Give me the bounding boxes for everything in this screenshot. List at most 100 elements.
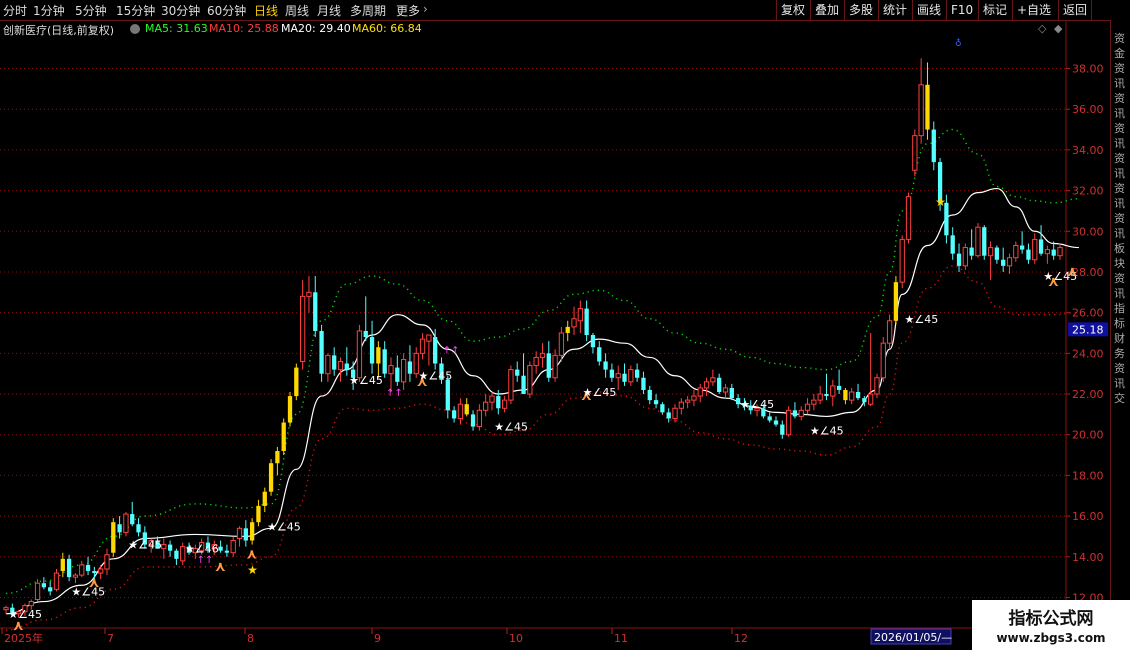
watermark-title: 指标公式网 (1008, 609, 1094, 629)
candle-body (584, 308, 589, 336)
candle-body (1006, 257, 1013, 267)
candle-body (647, 389, 652, 401)
x-tick-label: 8 (247, 632, 254, 645)
buy-arrow-icon: ⋏ (246, 547, 257, 563)
period-tab-15min[interactable]: 15分钟 (116, 2, 155, 19)
side-tab-char: 资 (1114, 362, 1125, 375)
side-tab-char: 财 (1114, 332, 1125, 345)
candle-body (1051, 249, 1056, 256)
candle-body (319, 330, 324, 374)
period-tab-30min[interactable]: 30分钟 (161, 2, 200, 19)
candle-body (299, 295, 306, 362)
candle-body (313, 292, 318, 331)
candle-body (722, 387, 729, 393)
candle-body (344, 363, 349, 370)
statistics-button[interactable]: 统计 (878, 0, 911, 20)
candle-body (224, 550, 230, 553)
dropdown-circle-icon[interactable] (130, 24, 140, 34)
candle-body (268, 463, 274, 492)
y-tick-label: 20.00 (1072, 429, 1104, 442)
ma5-value: MA5: 31.63 (145, 22, 208, 35)
side-tab-char: 块 (1114, 257, 1125, 270)
mark-button[interactable]: 标记 (978, 0, 1011, 20)
candle-body (641, 377, 646, 390)
draw-line-button[interactable]: 画线 (912, 0, 945, 20)
candle-body (672, 407, 678, 419)
adjust-button[interactable]: 复权 (776, 0, 809, 20)
period-tab-multi[interactable]: 多周期 (350, 2, 386, 19)
double-up-arrow-icon: ↑↑ (197, 555, 214, 566)
side-tab-char: 讯 (1114, 227, 1125, 240)
period-tab-1min[interactable]: 1分钟 (33, 2, 65, 19)
add-watchlist-button[interactable]: +自选 (1012, 0, 1055, 20)
signal-label: ★∠46 (185, 543, 219, 556)
diamond-icon[interactable]: ◇ (1038, 22, 1046, 35)
candle-body (691, 395, 697, 401)
candle-body (281, 422, 286, 451)
ma60-value: MA60: 66.84 (352, 22, 422, 35)
candle-body (337, 360, 344, 371)
candle-body (363, 330, 368, 338)
candle-body (982, 227, 987, 256)
multi-stock-button[interactable]: 多股 (844, 0, 877, 20)
candlestick-chart[interactable]: 12.0014.0016.0018.0020.0022.0024.0026.00… (0, 0, 1130, 650)
double-up-arrow-icon: ↑↑ (443, 345, 460, 356)
candle-body (868, 393, 874, 405)
side-tab-char: 资 (1114, 92, 1125, 105)
candle-body (994, 247, 1000, 260)
candle-body (256, 505, 261, 523)
candle-body (28, 601, 34, 607)
candle-body (666, 412, 671, 419)
candle-body (489, 395, 495, 403)
candle-body (325, 354, 331, 375)
candle-body (111, 522, 116, 553)
period-tab-60min[interactable]: 60分钟 (207, 2, 246, 19)
side-tab-char: 讯 (1114, 287, 1125, 300)
chevron-right-icon[interactable]: › (423, 2, 428, 16)
period-tab-5min[interactable]: 5分钟 (75, 2, 107, 19)
period-tab-more[interactable]: 更多 (396, 2, 420, 19)
y-tick-label: 32.00 (1072, 185, 1104, 198)
candle-body (804, 403, 811, 411)
side-tab-char: 讯 (1114, 77, 1125, 90)
stock-title: 创新医疗(日线,前复权) (3, 24, 115, 37)
period-tab-daily[interactable]: 日线 (254, 2, 278, 19)
buy-arrow-icon: ⋏ (1048, 274, 1059, 290)
candle-body (830, 385, 836, 397)
candle-body (767, 416, 772, 421)
candle-body (521, 375, 526, 395)
x-tick-label: 12 (734, 632, 748, 645)
overlay-button[interactable]: 叠加 (810, 0, 843, 20)
candle-body (552, 354, 558, 379)
candle-body (780, 424, 785, 435)
candle-body (92, 571, 97, 574)
period-tab-timeshare[interactable]: 分时 (3, 2, 27, 19)
back-button[interactable]: 返回 (1058, 0, 1093, 20)
side-tab-char: 标 (1114, 317, 1125, 330)
candle-body (98, 568, 104, 574)
candle-body (262, 491, 267, 506)
buy-arrow-icon: ⋏ (215, 559, 226, 575)
candle-body (275, 451, 280, 464)
period-tab-monthly[interactable]: 月线 (317, 2, 341, 19)
right-side-panel-tabs[interactable]: 资金资讯资讯资讯资讯资讯资讯板块资讯指标财务资讯交 (1110, 20, 1130, 600)
candle-body (66, 558, 72, 578)
candle-body (684, 399, 691, 403)
candle-body (218, 546, 223, 551)
candle-body (79, 564, 85, 576)
candle-body (1038, 239, 1044, 254)
candle-body (918, 84, 924, 137)
candle-body (836, 385, 842, 390)
side-tab-char: 讯 (1114, 137, 1125, 150)
candle-body (565, 326, 570, 333)
buy-arrow-icon: ⋏ (88, 575, 99, 591)
signal-label: ★∠45 (583, 386, 617, 399)
candle-body (539, 352, 546, 358)
period-tab-weekly[interactable]: 周线 (285, 2, 309, 19)
candle-body (376, 347, 381, 364)
candle-body (603, 361, 608, 370)
y-tick-label: 38.00 (1072, 63, 1104, 76)
f10-button[interactable]: F10 (946, 0, 977, 20)
collapse-icon[interactable]: ◆ (1054, 22, 1062, 35)
candle-body (609, 369, 615, 378)
